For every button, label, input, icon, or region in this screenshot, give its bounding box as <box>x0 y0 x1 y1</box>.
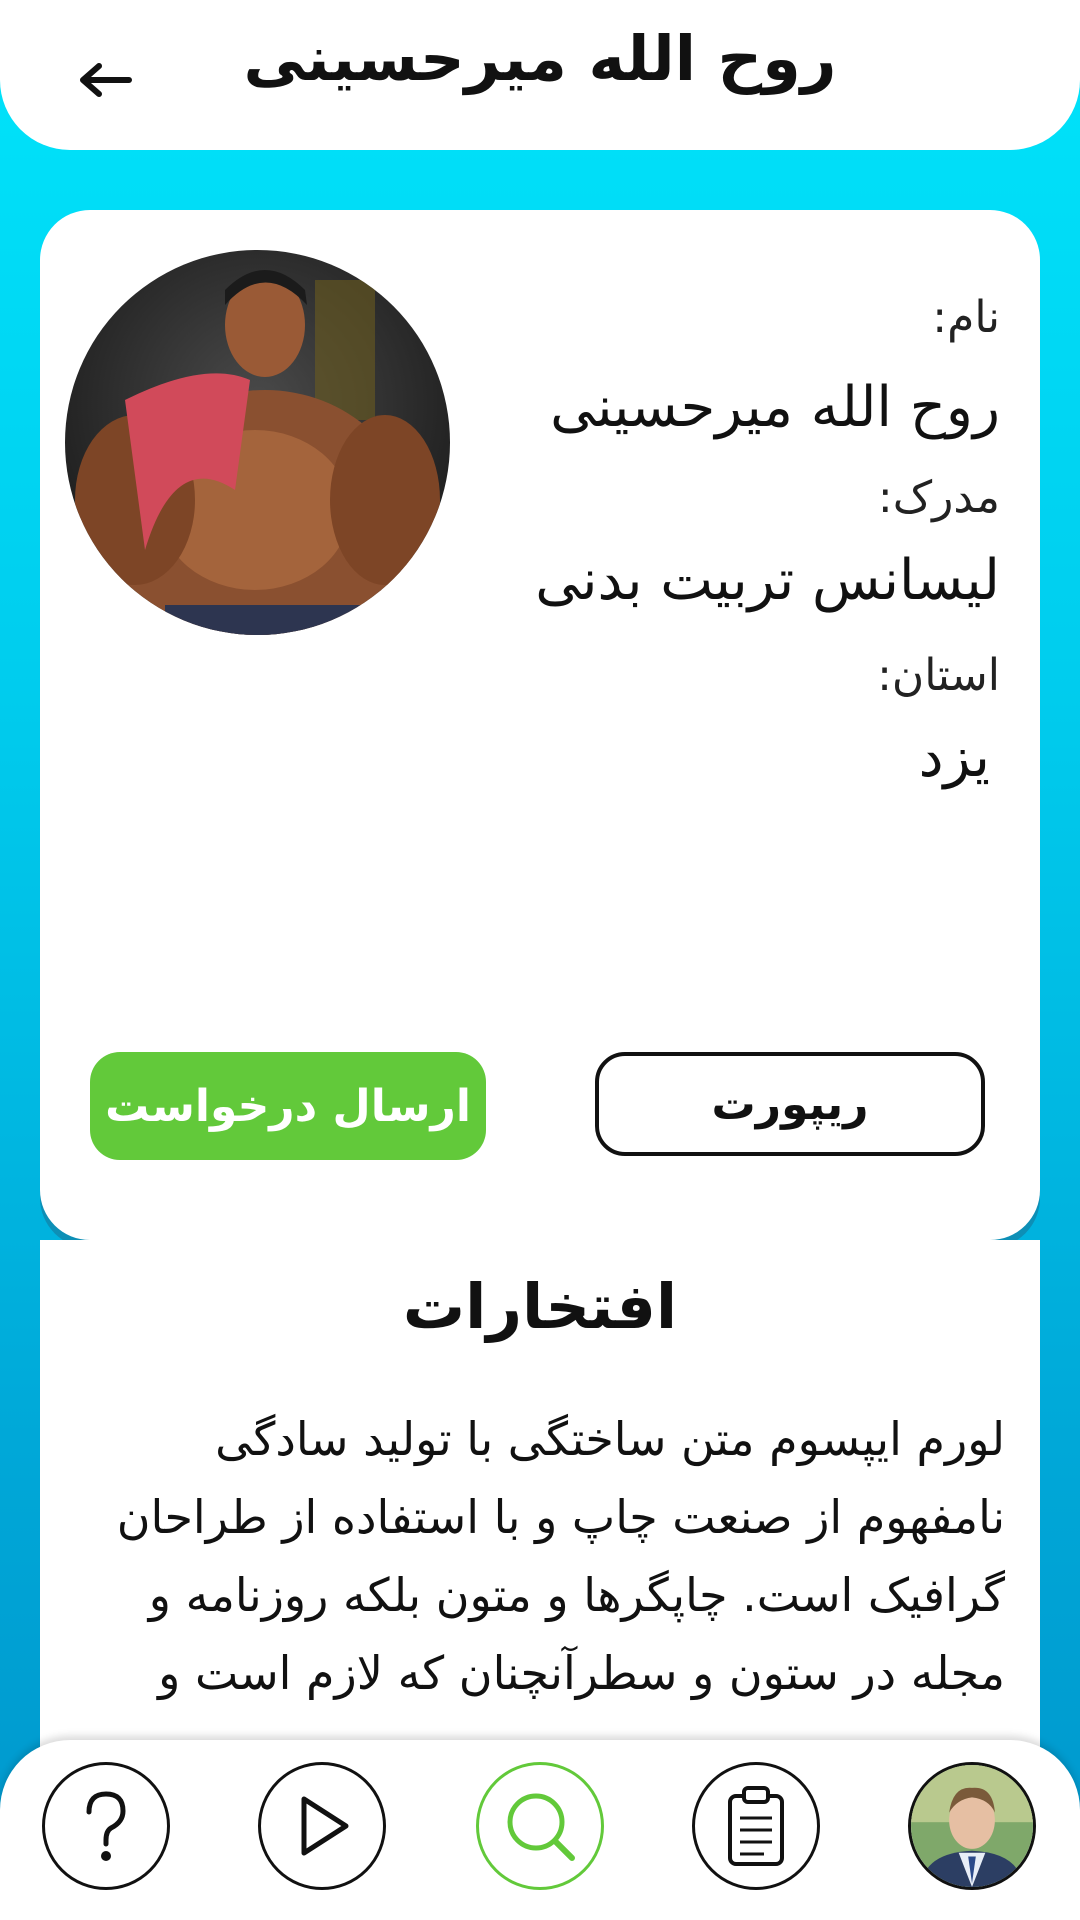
page-title: روح الله میرحسینی <box>243 22 837 95</box>
app-header: روح الله میرحسینی <box>0 0 1080 150</box>
arrow-left-icon <box>80 63 132 97</box>
send-request-button[interactable]: ارسال درخواست <box>90 1052 486 1160</box>
name-value: روح الله میرحسینی <box>550 375 1000 440</box>
nav-play-button[interactable] <box>258 1762 386 1890</box>
nav-clipboard-button[interactable] <box>692 1762 820 1890</box>
play-icon <box>301 1796 349 1856</box>
achievements-title: افتخارات <box>402 1270 678 1343</box>
help-icon <box>86 1791 126 1861</box>
bottom-navigation <box>0 1740 1080 1920</box>
nav-profile-button[interactable] <box>908 1762 1036 1890</box>
province-value: یزد <box>918 725 990 790</box>
name-label: نام: <box>932 292 1000 343</box>
profile-card: نام: روح الله میرحسینی مدرک: لیسانس تربی… <box>40 210 1040 1240</box>
trainer-photo <box>65 250 450 635</box>
achievements-text: لورم ایپسوم متن ساختگی با تولید سادگی نا… <box>116 1412 1005 1700</box>
user-avatar <box>911 1765 1033 1887</box>
nav-help-button[interactable] <box>42 1762 170 1890</box>
province-label: استان: <box>877 650 1000 701</box>
search-icon <box>507 1793 575 1861</box>
degree-label: مدرک: <box>877 472 1000 523</box>
achievements-section: افتخارات لورم ایپسوم متن ساختگی با تولید… <box>40 1240 1040 1800</box>
report-button[interactable]: ریپورت <box>595 1052 985 1156</box>
clipboard-icon <box>728 1786 784 1866</box>
degree-value: لیسانس تربیت بدنی <box>535 548 1000 613</box>
nav-search-button[interactable] <box>476 1762 604 1890</box>
back-button[interactable] <box>70 50 140 110</box>
